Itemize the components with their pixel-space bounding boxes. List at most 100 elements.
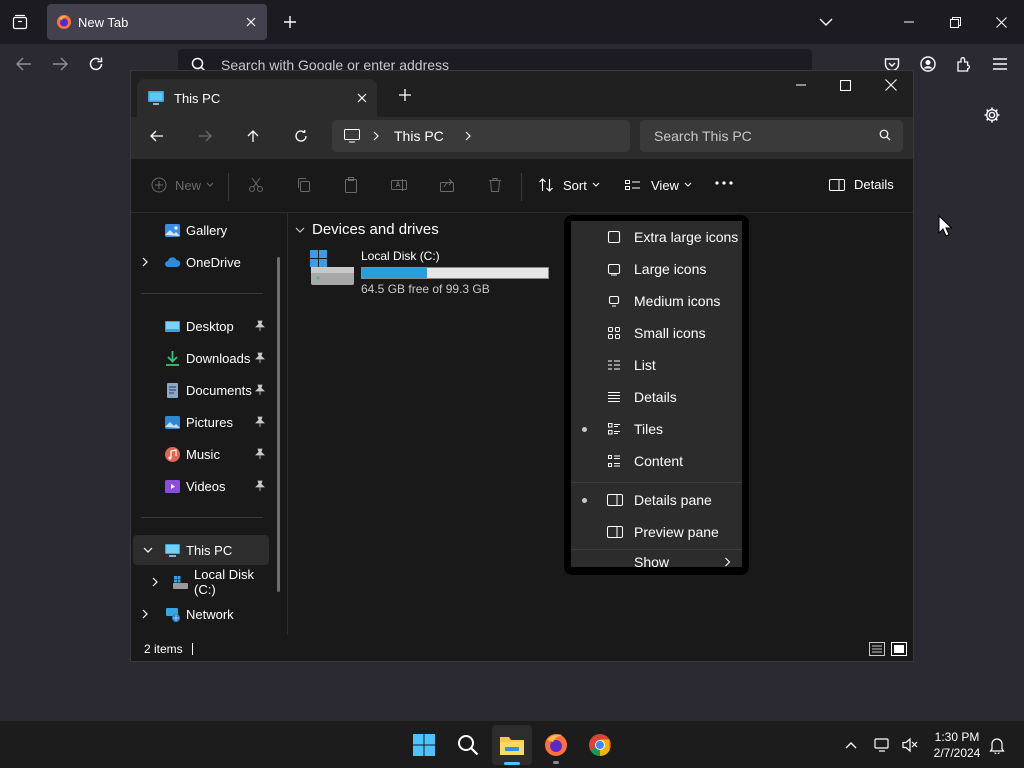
menu-item-preview-pane[interactable]: Preview pane — [571, 516, 742, 548]
pin-icon[interactable] — [255, 480, 265, 491]
list-all-tabs-chevron-icon[interactable] — [814, 10, 838, 34]
taskbar-file-explorer[interactable] — [492, 725, 532, 765]
nav-item-videos[interactable]: Videos — [131, 471, 269, 501]
back-icon[interactable] — [12, 52, 36, 76]
nav-item-documents[interactable]: Documents — [131, 375, 269, 405]
delete-icon[interactable] — [487, 177, 503, 193]
start-button[interactable] — [404, 725, 444, 765]
explorer-forward-icon[interactable] — [193, 124, 217, 148]
windows-logo-icon — [413, 734, 435, 756]
taskbar-chrome[interactable] — [580, 725, 620, 765]
pin-icon[interactable] — [255, 448, 265, 459]
menu-item-medium-icons[interactable]: Medium icons — [571, 285, 742, 317]
forward-icon[interactable] — [48, 52, 72, 76]
breadcrumb[interactable]: This PC — [332, 120, 630, 152]
new-tab-plus-icon[interactable] — [278, 10, 302, 34]
maximize-explorer-icon[interactable] — [833, 73, 857, 97]
item-count: 2 items — [144, 642, 183, 656]
explorer-back-icon[interactable] — [145, 124, 169, 148]
sort-button[interactable]: Sort — [538, 177, 600, 193]
nav-item-this-pc[interactable]: This PC — [133, 535, 269, 565]
explorer-tab-this-pc[interactable]: This PC — [137, 79, 377, 117]
cut-icon[interactable] — [248, 177, 264, 193]
notifications-bell-icon[interactable] — [984, 725, 1010, 765]
new-button[interactable]: New — [151, 177, 214, 193]
share-icon[interactable] — [439, 177, 455, 193]
nav-item-desktop[interactable]: Desktop — [131, 311, 269, 341]
gallery-icon — [165, 223, 180, 237]
menu-item-small-icons[interactable]: Small icons — [571, 317, 742, 349]
extensions-icon[interactable] — [952, 52, 976, 76]
menu-item-large-icons[interactable]: Large icons — [571, 253, 742, 285]
pin-icon[interactable] — [255, 416, 265, 427]
rename-icon[interactable] — [391, 177, 407, 193]
drive-usage-fill — [362, 268, 428, 278]
devices-and-drives-group-header[interactable]: Devices and drives — [295, 221, 439, 238]
menu-item-details-pane[interactable]: Details pane — [571, 484, 742, 516]
menu-item-list[interactable]: List — [571, 349, 742, 381]
restore-browser-icon[interactable] — [943, 10, 967, 34]
file-explorer-icon — [500, 737, 524, 755]
view-button[interactable]: View — [625, 177, 692, 193]
details-pane-button[interactable]: Details — [829, 177, 894, 192]
nav-item-downloads[interactable]: Downloads — [131, 343, 269, 373]
minimize-explorer-icon[interactable] — [789, 73, 813, 97]
local-disk-tile[interactable]: Local Disk (C:) 64.5 GB free of 99.3 GB — [309, 249, 551, 299]
close-tab-icon[interactable] — [237, 8, 265, 36]
details-pane-icon — [829, 178, 845, 191]
paste-icon[interactable] — [343, 177, 359, 193]
view-icon — [625, 180, 640, 190]
chevron-right-icon[interactable] — [151, 577, 159, 587]
new-explorer-tab-plus-icon[interactable] — [393, 83, 417, 107]
close-explorer-tab-icon[interactable] — [347, 93, 377, 103]
nav-item-music[interactable]: Music — [131, 439, 269, 469]
menu-item-content[interactable]: Content — [571, 445, 742, 477]
nav-item-local-disk[interactable]: Local Disk (C:) — [131, 567, 269, 597]
breadcrumb-this-pc[interactable]: This PC — [394, 128, 444, 144]
chevron-right-icon[interactable] — [141, 609, 149, 619]
new-tab-settings-gear-icon[interactable] — [983, 106, 1001, 124]
menu-item-tiles[interactable]: Tiles — [571, 413, 742, 445]
taskbar: 1:30 PM 2/7/2024 — [0, 720, 1024, 768]
details-view-icon[interactable] — [869, 642, 885, 656]
monitor-icon — [344, 129, 360, 143]
taskbar-search-button[interactable] — [448, 725, 488, 765]
account-icon[interactable] — [916, 52, 940, 76]
pin-icon[interactable] — [255, 320, 265, 331]
chevron-down-icon[interactable] — [143, 546, 153, 554]
chevron-right-icon[interactable] — [464, 131, 472, 141]
nav-item-gallery[interactable]: Gallery — [131, 215, 269, 245]
pin-icon[interactable] — [255, 352, 265, 363]
explorer-up-icon[interactable] — [241, 124, 265, 148]
nav-item-network[interactable]: Network — [131, 599, 269, 629]
reload-icon[interactable] — [84, 52, 108, 76]
pane-divider[interactable] — [287, 213, 288, 635]
menu-item-show[interactable]: Show — [571, 551, 742, 573]
browser-tab-new-tab[interactable]: New Tab — [47, 4, 267, 40]
close-browser-icon[interactable] — [989, 10, 1013, 34]
menu-item-extra-large-icons[interactable]: Extra large icons — [571, 221, 742, 253]
network-status-icon[interactable] — [868, 725, 898, 765]
chevron-right-icon[interactable] — [141, 257, 149, 267]
taskbar-firefox[interactable] — [536, 725, 576, 765]
copy-icon[interactable] — [296, 177, 312, 193]
hamburger-menu-icon[interactable] — [988, 52, 1012, 76]
pin-icon[interactable] — [255, 384, 265, 395]
view-menu: Extra large icons Large icons Medium ico… — [564, 215, 749, 575]
more-options-icon[interactable] — [715, 181, 733, 185]
show-hidden-icons-chevron-icon[interactable] — [832, 725, 870, 765]
chevron-down-icon — [206, 182, 214, 187]
nav-item-pictures[interactable]: Pictures — [131, 407, 269, 437]
minimize-browser-icon[interactable] — [897, 10, 921, 34]
nav-item-onedrive[interactable]: OneDrive — [131, 247, 269, 277]
close-explorer-icon[interactable] — [879, 73, 903, 97]
volume-muted-icon[interactable] — [895, 725, 925, 765]
navigation-scrollbar[interactable] — [277, 257, 280, 592]
explorer-search-input[interactable]: Search This PC — [640, 120, 903, 152]
tab-list-icon[interactable] — [8, 10, 32, 34]
explorer-refresh-icon[interactable] — [289, 124, 313, 148]
menu-item-details[interactable]: Details — [571, 381, 742, 413]
chrome-icon — [589, 734, 611, 756]
large-icons-view-icon[interactable] — [891, 642, 907, 656]
taskbar-clock[interactable]: 1:30 PM 2/7/2024 — [926, 729, 988, 761]
